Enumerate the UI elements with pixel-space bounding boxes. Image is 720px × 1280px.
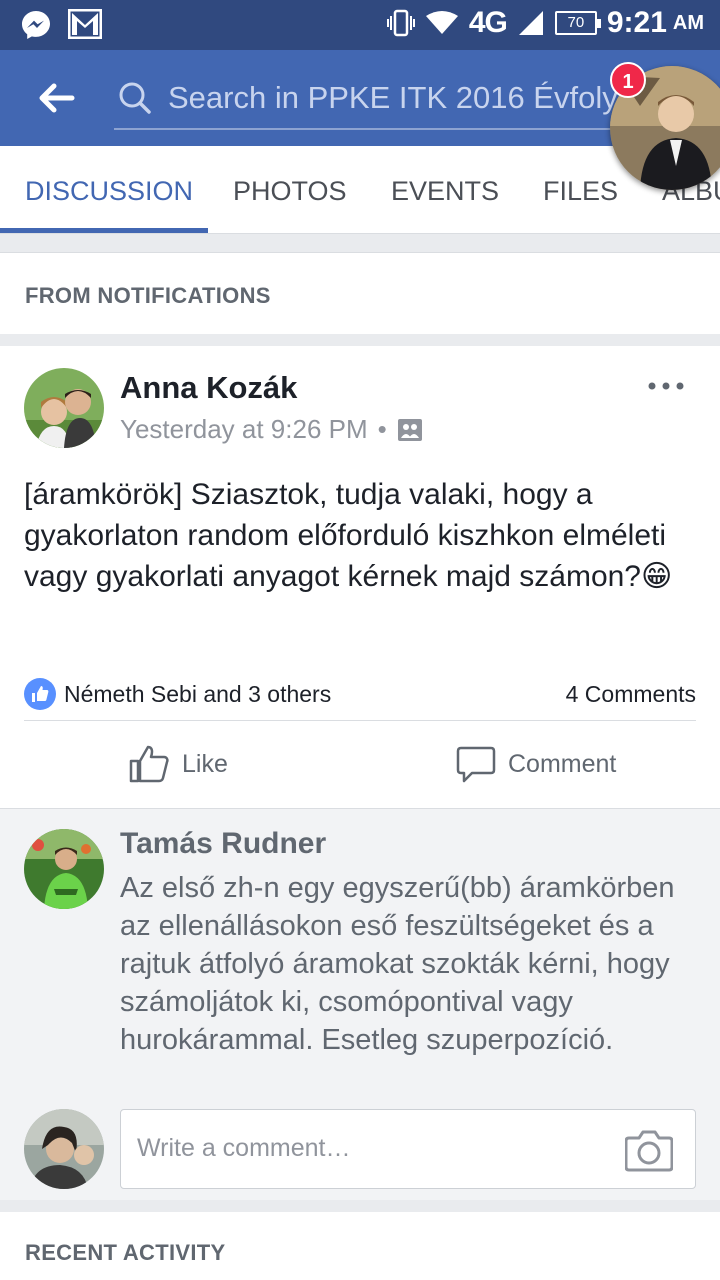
comments-count[interactable]: 4 Comments bbox=[566, 681, 696, 708]
section-title: RECENT ACTIVITY bbox=[25, 1240, 226, 1265]
post-meta: Yesterday at 9:26 PM • bbox=[120, 414, 423, 445]
tab-files[interactable]: FILES bbox=[543, 146, 618, 233]
commenter-photo bbox=[24, 829, 104, 909]
clock-ampm: AM bbox=[672, 11, 704, 34]
comment-icon bbox=[456, 746, 496, 783]
post-body: [áramkörök] Sziasztok, tudja valaki, hog… bbox=[24, 478, 667, 593]
like-reaction-icon bbox=[24, 678, 56, 710]
group-audience-icon bbox=[397, 418, 422, 441]
gmail-icon bbox=[68, 9, 102, 39]
comment-label: Comment bbox=[508, 749, 617, 778]
back-arrow-icon[interactable] bbox=[34, 76, 78, 120]
tab-events[interactable]: EVENTS bbox=[391, 146, 499, 233]
my-photo bbox=[24, 1109, 104, 1189]
section-title: FROM NOTIFICATIONS bbox=[25, 283, 271, 308]
status-bar: 4G 70 9:21 AM bbox=[0, 0, 720, 50]
tab-discussion[interactable]: DISCUSSION bbox=[25, 146, 193, 233]
battery-level: 70 bbox=[567, 14, 585, 31]
commenter-name[interactable]: Tamás Rudner bbox=[120, 827, 326, 861]
network-type: 4G bbox=[468, 6, 508, 39]
author-avatar[interactable] bbox=[24, 368, 104, 448]
author-photo bbox=[24, 368, 104, 448]
post-author[interactable]: Anna Kozák bbox=[120, 370, 297, 406]
comment-text: Az első zh-n egy egyszerű(bb) áramkörben… bbox=[120, 872, 675, 1056]
battery-icon: 70 bbox=[554, 11, 601, 35]
tab-photos[interactable]: PHOTOS bbox=[233, 146, 347, 233]
recent-activity-section: RECENT ACTIVITY bbox=[0, 1212, 720, 1280]
post-card: Anna Kozák Yesterday at 9:26 PM • [áramk… bbox=[0, 346, 720, 808]
commenter-avatar[interactable] bbox=[24, 829, 104, 909]
my-avatar bbox=[24, 1109, 104, 1189]
comments-section: Tamás Rudner Az első zh-n egy egyszerű(b… bbox=[0, 808, 720, 1200]
post-text: [áramkörök] Sziasztok, tudja valaki, hog… bbox=[24, 474, 704, 597]
comment-button[interactable]: Comment bbox=[456, 738, 616, 790]
like-button[interactable]: Like bbox=[128, 738, 228, 790]
post-time[interactable]: Yesterday at 9:26 PM bbox=[120, 414, 368, 445]
comment-input[interactable]: Write a comment… bbox=[120, 1109, 696, 1189]
active-tab-indicator bbox=[0, 228, 208, 233]
search-icon bbox=[119, 82, 151, 114]
notification-badge: 1 bbox=[610, 62, 646, 98]
camera-icon[interactable] bbox=[625, 1128, 673, 1172]
signal-icon bbox=[518, 11, 543, 35]
meta-separator: • bbox=[377, 414, 387, 444]
clock: 9:21 bbox=[606, 6, 667, 39]
comment-input-placeholder: Write a comment… bbox=[137, 1134, 351, 1162]
reactions-row[interactable]: Németh Sebi and 3 others 4 Comments bbox=[24, 672, 696, 716]
like-icon bbox=[129, 745, 169, 783]
search-placeholder: Search in PPKE ITK 2016 Évfolyam bbox=[168, 80, 620, 115]
like-label: Like bbox=[182, 749, 228, 778]
group-search-input[interactable]: Search in PPKE ITK 2016 Évfolyam bbox=[114, 68, 620, 130]
grin-emoji: 😁 bbox=[641, 559, 673, 594]
messenger-icon bbox=[22, 11, 50, 39]
wifi-icon bbox=[425, 11, 458, 34]
likes-summary[interactable]: Németh Sebi and 3 others bbox=[64, 681, 331, 708]
more-options-icon[interactable] bbox=[646, 376, 686, 396]
divider bbox=[24, 720, 696, 721]
vibrate-icon bbox=[386, 9, 415, 37]
group-tabs: DISCUSSION PHOTOS EVENTS FILES ALBUMS bbox=[0, 146, 720, 234]
from-notifications-section: FROM NOTIFICATIONS bbox=[0, 252, 720, 334]
